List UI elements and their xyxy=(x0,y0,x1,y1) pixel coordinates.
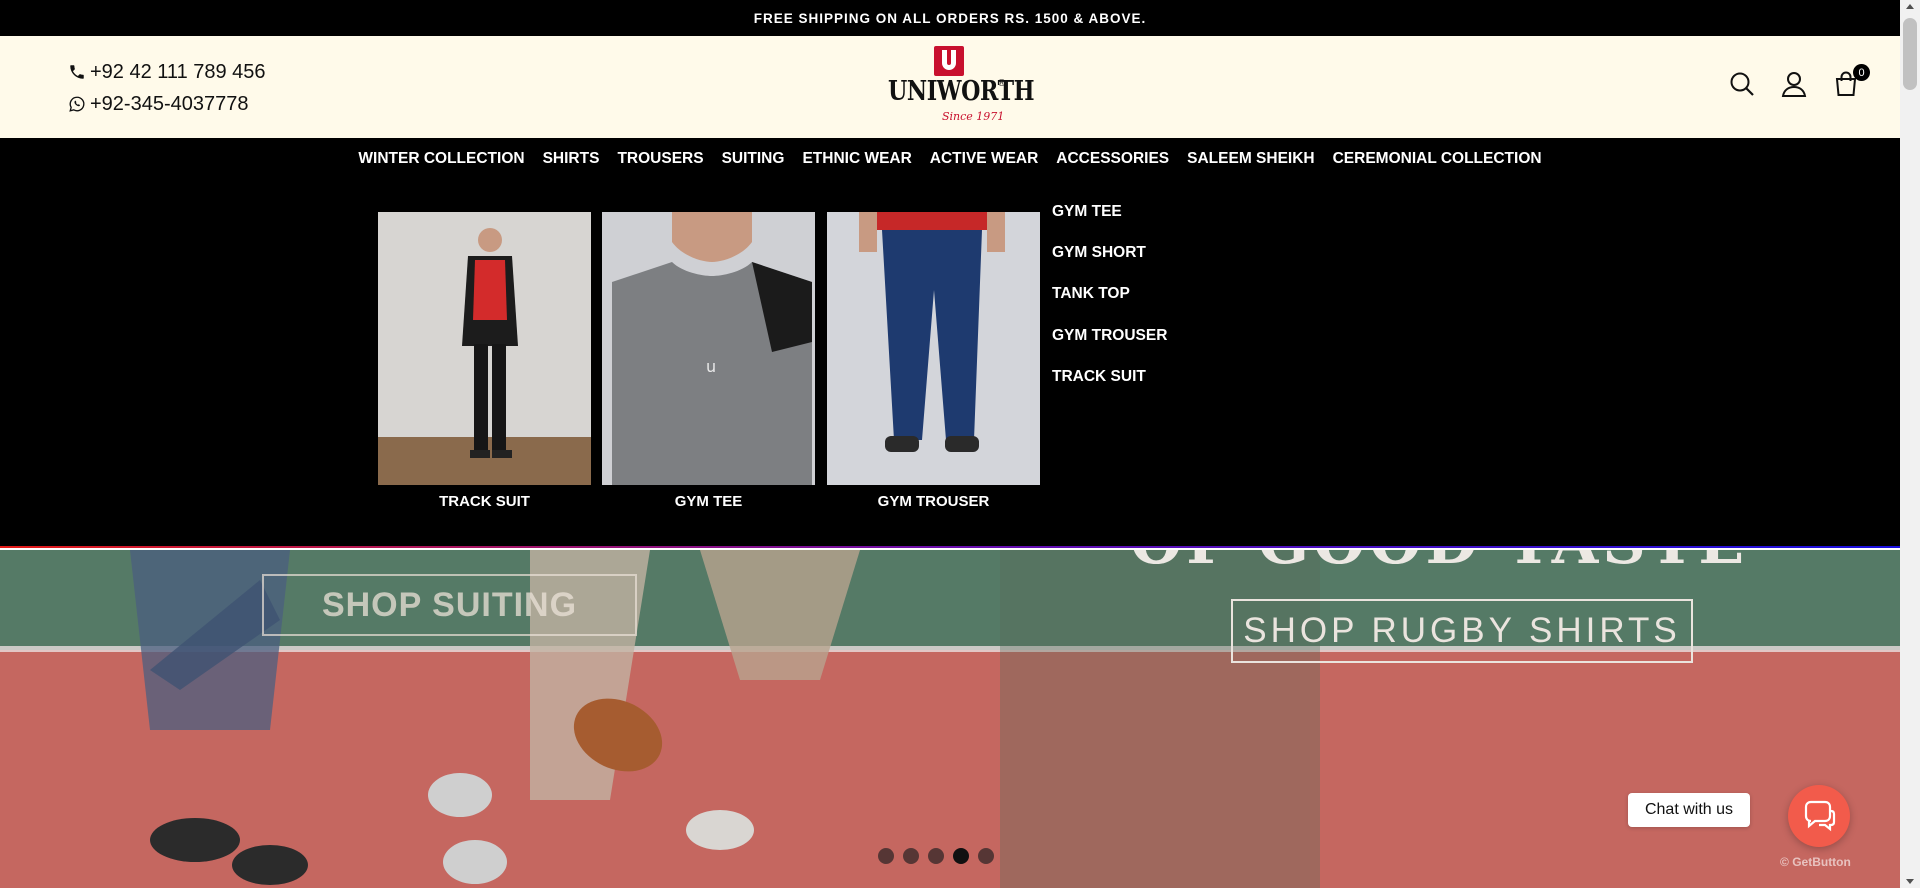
shop-rugby-shirts-button[interactable]: SHOP RUGBY SHIRTS xyxy=(1231,599,1693,663)
scroll-up-arrow-icon[interactable] xyxy=(1906,4,1914,9)
slider-dot-1[interactable] xyxy=(878,848,894,864)
getbutton-credit[interactable]: © GetButton xyxy=(1780,855,1851,869)
phone-icon xyxy=(70,65,84,79)
gym-trouser-illustration xyxy=(827,212,1040,485)
contact-info: +92 42 111 789 456 +92-345-4037778 xyxy=(68,56,266,120)
nav-accessories[interactable]: ACCESSORIES xyxy=(1056,150,1169,168)
nav-ceremonial-collection[interactable]: CEREMONIAL COLLECTION xyxy=(1333,150,1542,168)
logo-mark xyxy=(934,46,964,76)
track-suit-illustration xyxy=(378,212,591,485)
phone-contact[interactable]: +92 42 111 789 456 xyxy=(68,56,266,88)
logo-wordmark: UNIWORTH xyxy=(888,76,1035,107)
gym-tee-illustration: u xyxy=(602,212,815,485)
gym-trouser-image[interactable] xyxy=(827,212,1040,485)
nav-suiting[interactable]: SUITING xyxy=(722,150,785,168)
nav-trousers[interactable]: TROUSERS xyxy=(617,150,703,168)
mega-link-gym-short[interactable]: GYM SHORT xyxy=(1052,243,1167,284)
whatsapp-icon xyxy=(69,96,85,112)
track-suit-image[interactable] xyxy=(378,212,591,485)
cart-count-badge: 0 xyxy=(1853,64,1870,81)
hero-slider: OF GOOD TASTE SHOP SUITING SHOP RUGBY SH… xyxy=(0,550,1900,888)
gym-tee-image[interactable]: u xyxy=(602,212,815,485)
active-wear-mega-menu: TRACK SUIT u GYM TEE GYM TROUSER GYM TEE… xyxy=(0,180,1900,548)
search-icon xyxy=(1730,72,1754,96)
scroll-down-arrow-icon[interactable] xyxy=(1906,879,1914,884)
nav-ethnic-wear[interactable]: ETHNIC WEAR xyxy=(802,150,911,168)
announcement-bar: FREE SHIPPING ON ALL ORDERS RS. 1500 & A… xyxy=(0,0,1900,36)
mega-card-track-suit[interactable]: TRACK SUIT xyxy=(378,212,591,510)
chat-bubble-icon xyxy=(1804,800,1836,832)
site-header: +92 42 111 789 456 +92-345-4037778 UNIWO… xyxy=(0,36,1900,138)
mega-card-caption[interactable]: GYM TROUSER xyxy=(827,493,1040,510)
getbutton-label: GetButton xyxy=(1792,855,1851,869)
brand-logo[interactable]: UNIWORTH ® Since 1971 xyxy=(884,46,1035,128)
mega-card-gym-tee[interactable]: u GYM TEE xyxy=(602,212,815,510)
mega-link-gym-trouser[interactable]: GYM TROUSER xyxy=(1052,326,1167,367)
chat-label[interactable]: Chat with us xyxy=(1628,793,1750,827)
slider-dots xyxy=(878,848,994,864)
slider-dot-2[interactable] xyxy=(903,848,919,864)
whatsapp-contact[interactable]: +92-345-4037778 xyxy=(68,88,266,120)
chat-button[interactable] xyxy=(1788,785,1850,847)
account-button[interactable] xyxy=(1780,70,1808,98)
slider-dot-5[interactable] xyxy=(978,848,994,864)
shop-suiting-button[interactable]: SHOP SUITING xyxy=(262,574,637,636)
user-icon xyxy=(1781,72,1807,97)
phone-number: +92 42 111 789 456 xyxy=(90,60,266,83)
nav-saleem-sheikh[interactable]: SALEEM SHEIKH xyxy=(1187,150,1314,168)
mega-link-track-suit[interactable]: TRACK SUIT xyxy=(1052,367,1167,408)
mega-link-tank-top[interactable]: TANK TOP xyxy=(1052,284,1167,325)
svg-text:u: u xyxy=(706,357,716,376)
main-navigation: WINTER COLLECTION SHIRTS TROUSERS SUITIN… xyxy=(0,138,1900,180)
hero-headline: OF GOOD TASTE xyxy=(1130,550,1748,578)
mega-card-gym-trouser[interactable]: GYM TROUSER xyxy=(827,212,1040,510)
mega-menu-links: GYM TEE GYM SHORT TANK TOP GYM TROUSER T… xyxy=(1052,202,1167,408)
nav-active-wear[interactable]: ACTIVE WEAR xyxy=(930,150,1039,168)
cart-button[interactable]: 0 xyxy=(1832,64,1870,98)
logo-registered: ® xyxy=(998,78,1006,89)
nav-shirts[interactable]: SHIRTS xyxy=(543,150,600,168)
scroll-thumb[interactable] xyxy=(1903,18,1917,90)
whatsapp-number: +92-345-4037778 xyxy=(90,92,249,115)
announcement-text: FREE SHIPPING ON ALL ORDERS RS. 1500 & A… xyxy=(753,10,1147,26)
mega-card-caption[interactable]: TRACK SUIT xyxy=(378,493,591,510)
header-actions: 0 xyxy=(1728,64,1870,98)
mega-card-caption[interactable]: GYM TEE xyxy=(602,493,815,510)
mega-link-gym-tee[interactable]: GYM TEE xyxy=(1052,202,1167,243)
logo-tagline: Since 1971 xyxy=(942,110,1005,123)
slider-dot-3[interactable] xyxy=(928,848,944,864)
slider-dot-4[interactable] xyxy=(953,848,969,864)
page-scrollbar[interactable] xyxy=(1900,0,1920,888)
nav-winter-collection[interactable]: WINTER COLLECTION xyxy=(358,150,524,168)
search-button[interactable] xyxy=(1728,70,1756,98)
